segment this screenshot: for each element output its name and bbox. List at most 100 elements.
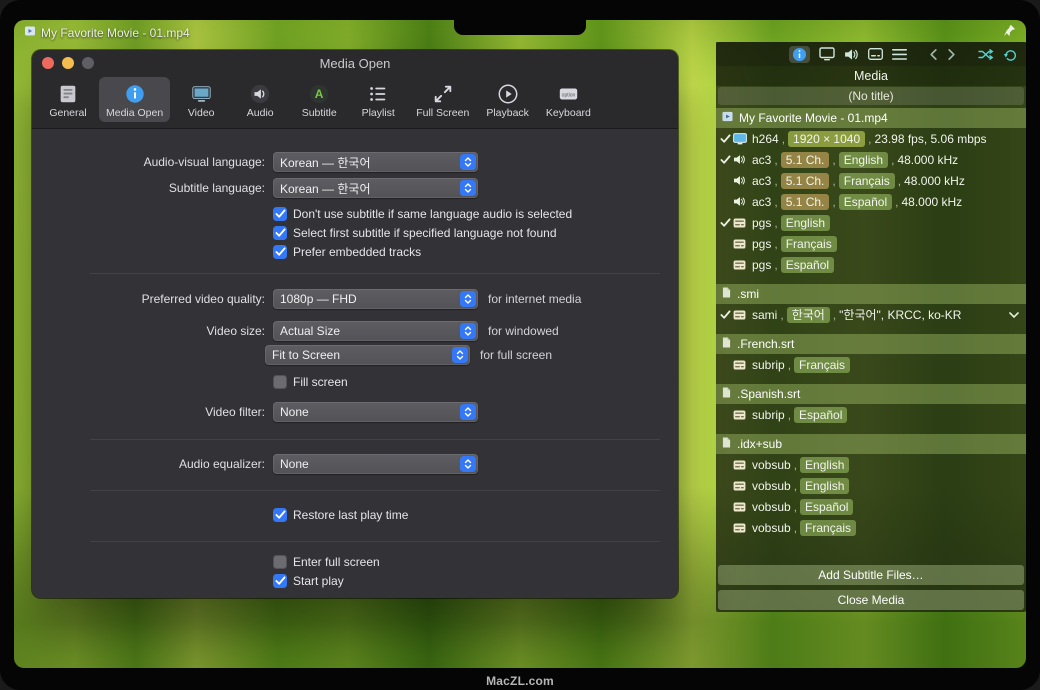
media-open-form: Audio-visual language: Korean — 한국어 Subt…	[32, 129, 678, 598]
chevron-down-icon[interactable]	[1009, 312, 1022, 318]
track-text: sami	[752, 308, 777, 322]
tag-lang: Español	[800, 499, 853, 515]
checkbox-start-play[interactable]: Start play	[273, 571, 678, 590]
track-row[interactable]: pgs,Français	[716, 233, 1026, 254]
track-text: 48.000 kHz	[897, 153, 958, 167]
video-filter-select[interactable]: None	[273, 402, 478, 422]
audio-icon	[249, 81, 271, 106]
track-row[interactable]: pgs,English	[716, 212, 1026, 233]
repeat-icon[interactable]	[1003, 48, 1018, 61]
track-row[interactable]: vobsub,Français	[716, 517, 1026, 538]
tab-full-screen[interactable]: Full Screen	[409, 77, 476, 122]
tab-general[interactable]: General	[40, 77, 96, 122]
track-info: ac3,5.1 Ch.,English,48.000 kHz	[752, 152, 1022, 168]
dialog-titlebar[interactable]: Media Open	[32, 50, 678, 76]
preferred-video-quality-select[interactable]: 1080p — FHD	[273, 289, 478, 309]
tab-label: Audio	[247, 107, 274, 119]
media-group: .Spanish.srtsubrip,Español	[716, 384, 1026, 425]
add-subtitle-files-button[interactable]: Add Subtitle Files…	[718, 565, 1024, 585]
shuffle-icon[interactable]	[978, 48, 994, 61]
checkbox-dont-use-subtitle[interactable]: Don't use subtitle if same language audi…	[273, 204, 678, 223]
tab-audio[interactable]: Audio	[232, 77, 288, 122]
checkbox-enter-full-screen[interactable]: Enter full screen	[273, 552, 678, 571]
checkbox-prefer-embedded[interactable]: Prefer embedded tracks	[273, 242, 678, 261]
media-open-dialog: Media Open General Media Open Video	[32, 50, 678, 598]
fullscreen-icon	[432, 81, 454, 106]
subtitle-language-select[interactable]: Korean — 한국어	[273, 178, 478, 198]
chevron-right-icon[interactable]	[947, 48, 956, 61]
traffic-lights	[42, 57, 94, 69]
tab-subtitle[interactable]: A Subtitle	[291, 77, 347, 122]
track-row[interactable]: ac3,5.1 Ch.,Español,48.000 kHz	[716, 191, 1026, 212]
field-suffix: for windowed	[488, 324, 559, 338]
tag-lang: Français	[794, 357, 850, 373]
tab-label: General	[49, 107, 86, 119]
display-icon	[733, 133, 752, 145]
track-row[interactable]: sami,한국어,"한국어", KRCC, ko-KR	[716, 304, 1026, 325]
tab-keyboard[interactable]: option Keyboard	[539, 77, 598, 122]
laptop-bezel: My Favorite Movie - 01.mp4 Media Open	[0, 0, 1040, 690]
media-title-field[interactable]: (No title)	[718, 87, 1024, 105]
field-suffix: for internet media	[488, 292, 581, 306]
separator: ,	[782, 132, 785, 146]
tag-lang: English	[800, 457, 849, 473]
checkbox-label: Restore last play time	[293, 508, 408, 522]
separator: ,	[788, 408, 791, 422]
tag-lang: Español	[839, 194, 892, 210]
zoom-button	[82, 57, 94, 69]
track-row[interactable]: pgs,Español	[716, 254, 1026, 275]
chevron-left-icon[interactable]	[929, 48, 938, 61]
display-icon[interactable]	[819, 47, 835, 61]
track-row[interactable]: vobsub,Español	[716, 496, 1026, 517]
separator: ,	[832, 153, 835, 167]
track-row[interactable]: subrip,Français	[716, 354, 1026, 375]
audio-visual-language-select[interactable]: Korean — 한국어	[273, 152, 478, 172]
dialog-title: Media Open	[320, 56, 391, 71]
doc-icon	[722, 387, 731, 401]
info-icon[interactable]	[789, 46, 810, 63]
media-group-header: .idx+sub	[716, 434, 1026, 454]
tab-label: Keyboard	[546, 107, 591, 119]
track-row[interactable]: h264,1920 × 1040,23.98 fps, 5.06 mbps	[716, 128, 1026, 149]
track-row[interactable]: ac3,5.1 Ch.,Français,48.000 kHz	[716, 170, 1026, 191]
track-row[interactable]: vobsub,English	[716, 454, 1026, 475]
close-media-button[interactable]: Close Media	[718, 590, 1024, 610]
tab-label: Subtitle	[302, 107, 337, 119]
tab-playback[interactable]: Playback	[479, 77, 536, 122]
check-icon	[718, 310, 733, 320]
checkbox-restore-last-play-time[interactable]: Restore last play time	[273, 505, 678, 524]
checkbox-fill-screen[interactable]: Fill screen	[273, 372, 678, 391]
video-size-fullscreen-select[interactable]: Fit to Screen	[265, 345, 470, 365]
minimize-button[interactable]	[62, 57, 74, 69]
info-icon	[124, 81, 146, 106]
playlist-icon[interactable]	[892, 48, 907, 61]
checkbox-label: Prefer embedded tracks	[293, 245, 421, 259]
tab-video[interactable]: Video	[173, 77, 229, 122]
separator: ,	[898, 174, 901, 188]
tab-media-open[interactable]: Media Open	[99, 77, 170, 122]
checkbox-select-first-subtitle[interactable]: Select first subtitle if specified langu…	[273, 223, 678, 242]
separator: ,	[891, 153, 894, 167]
video-size-windowed-select[interactable]: Actual Size	[273, 321, 478, 341]
close-button[interactable]	[42, 57, 54, 69]
media-group-header: .French.srt	[716, 334, 1026, 354]
track-row[interactable]: vobsub,English	[716, 475, 1026, 496]
cc-icon	[733, 239, 752, 249]
tag-lang: English	[800, 478, 849, 494]
media-group-header: .smi	[716, 284, 1026, 304]
track-info: pgs,Español	[752, 257, 1022, 273]
speaker-icon[interactable]	[844, 48, 859, 61]
audio-equalizer-select[interactable]: None	[273, 454, 478, 474]
select-value: Fit to Screen	[265, 348, 452, 362]
tag-ch: 5.1 Ch.	[781, 152, 830, 168]
select-value: Korean — 한국어	[273, 154, 460, 171]
subtitle-icon[interactable]	[868, 48, 883, 60]
tab-playlist[interactable]: Playlist	[350, 77, 406, 122]
track-row[interactable]: ac3,5.1 Ch.,English,48.000 kHz	[716, 149, 1026, 170]
track-info: sami,한국어,"한국어", KRCC, ko-KR	[752, 306, 1009, 323]
pin-icon[interactable]	[1003, 24, 1016, 37]
tag-res: 1920 × 1040	[788, 131, 865, 147]
tag-lang: English	[839, 152, 888, 168]
track-row[interactable]: subrip,Español	[716, 404, 1026, 425]
track-info: vobsub,Français	[752, 520, 1022, 536]
